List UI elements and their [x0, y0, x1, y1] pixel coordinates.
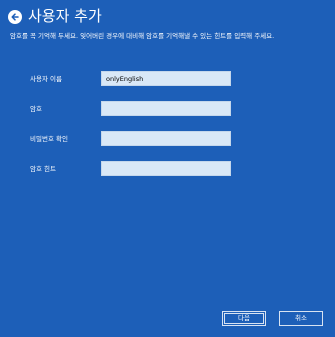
back-button[interactable]: [8, 10, 22, 24]
password-field[interactable]: [101, 101, 231, 116]
page-title: 사용자 추가: [28, 7, 102, 25]
username-label: 사용자 이름: [30, 75, 62, 83]
password-label: 암호: [30, 105, 42, 113]
instruction-text: 암호를 꼭 기억해 두세요. 잊어버린 경우에 대비해 암호를 기억해낼 수 있…: [10, 32, 275, 40]
username-field[interactable]: [101, 71, 231, 86]
cancel-button[interactable]: 취소: [279, 311, 323, 326]
next-button[interactable]: 다음: [222, 311, 266, 326]
password-hint-label: 암호 힌트: [30, 165, 56, 173]
back-arrow-icon: [10, 12, 20, 22]
confirm-password-field[interactable]: [101, 131, 231, 146]
password-hint-field[interactable]: [101, 161, 231, 176]
confirm-password-label: 비밀번호 확인: [30, 135, 68, 143]
